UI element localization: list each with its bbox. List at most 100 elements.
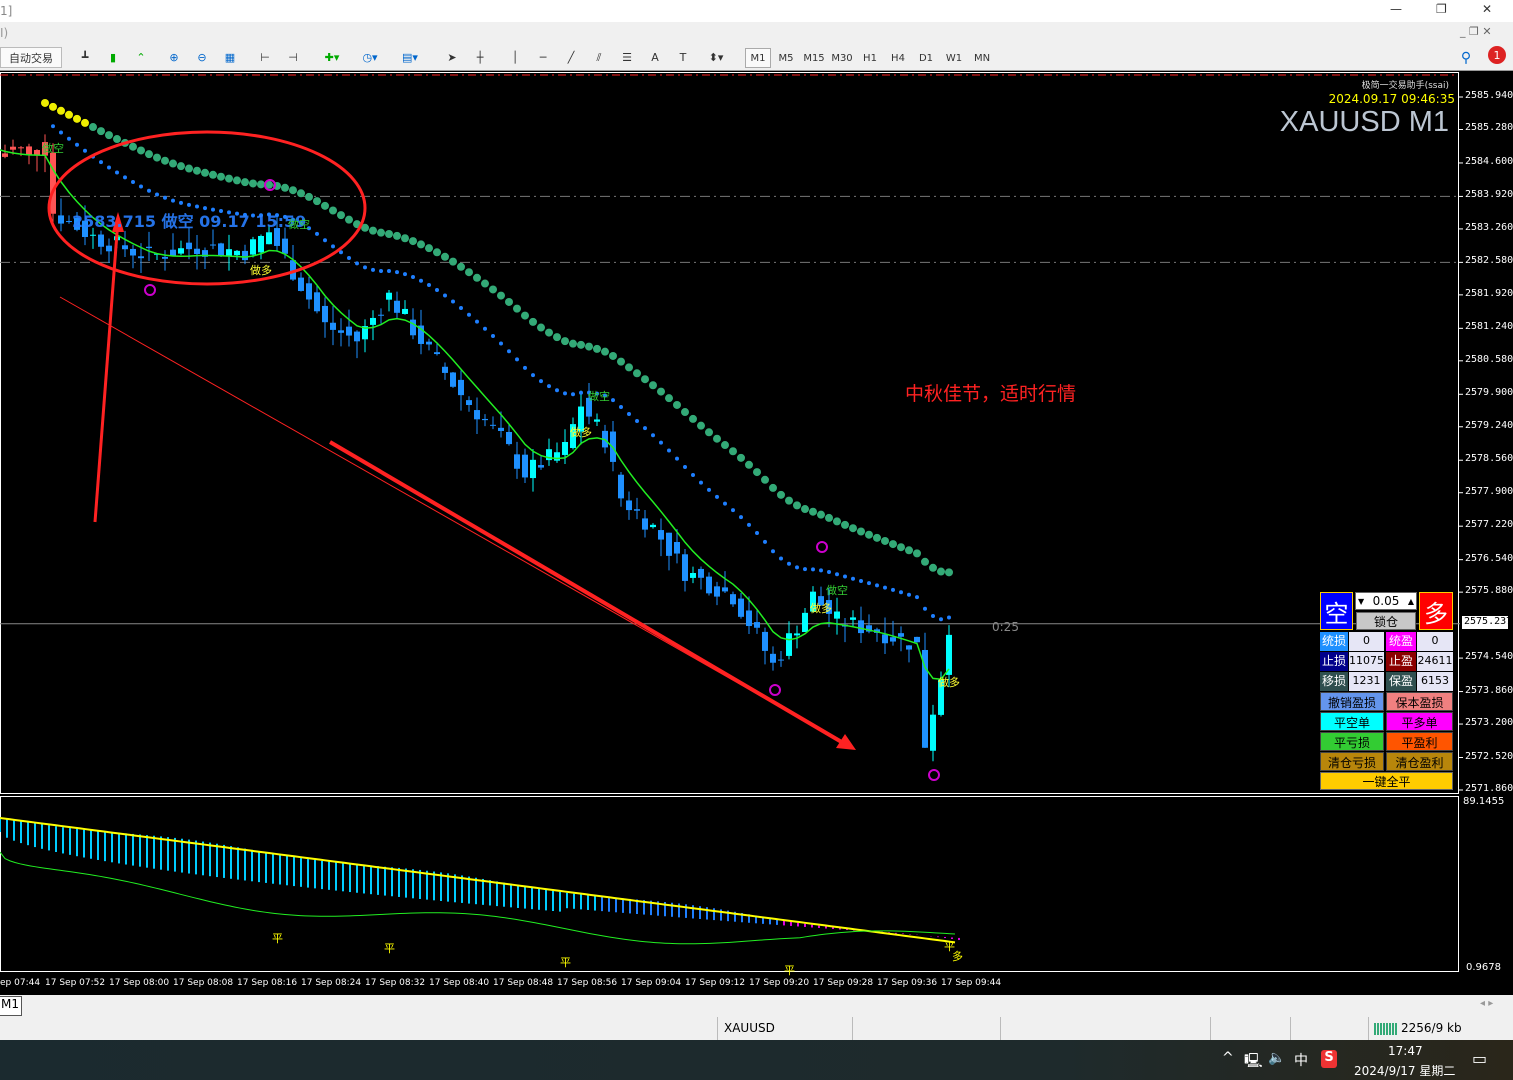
mid-ma-dot xyxy=(571,392,575,397)
lock-button[interactable]: 锁仓 xyxy=(1356,612,1416,630)
slow-ma-dot xyxy=(921,557,929,566)
candle xyxy=(242,250,248,261)
price-chart[interactable]: 2585.940 2585.280 2584.600 2583.920 2583.260… xyxy=(0,72,1513,977)
lot-increase-icon[interactable]: ▲ xyxy=(1408,597,1414,606)
volume-icon[interactable]: 🔈 xyxy=(1268,1050,1285,1066)
timeframe-m1[interactable]: M1 xyxy=(745,48,771,68)
window-title: 1] xyxy=(0,4,13,18)
panel-input[interactable]: 24611 xyxy=(1417,652,1453,671)
timeframe-m5[interactable]: M5 xyxy=(773,48,799,68)
candle xyxy=(802,612,808,633)
ime-indicator[interactable]: 中 xyxy=(1294,1050,1308,1070)
candle xyxy=(522,454,528,478)
buy-button[interactable]: 多 xyxy=(1419,592,1453,630)
mid-ma-dot xyxy=(723,501,727,506)
tray-chevron-icon[interactable]: ^ xyxy=(1222,1050,1234,1066)
breakeven-button[interactable]: 保本盈损 xyxy=(1386,692,1453,711)
restore-button[interactable]: ❐ xyxy=(1436,2,1447,16)
indicators-icon[interactable]: ✚▾ xyxy=(318,47,346,68)
candle xyxy=(306,283,312,300)
autoscroll-icon[interactable]: ⊣ xyxy=(283,47,303,68)
panel-input[interactable]: 6153 xyxy=(1417,672,1453,691)
close-profit-button[interactable]: 平盈利 xyxy=(1386,732,1453,751)
crosshair-icon[interactable]: ┼ xyxy=(470,47,490,68)
timeframe-w1[interactable]: W1 xyxy=(941,48,967,68)
candle xyxy=(594,419,600,422)
periods-clock-icon[interactable]: ◷▾ xyxy=(356,47,384,68)
slow-ma-dot xyxy=(73,114,81,123)
tab-m1[interactable]: M1 xyxy=(0,996,22,1016)
annotation-text: 中秋佳节，适时行情 xyxy=(905,383,1077,405)
slow-ma-dot xyxy=(657,387,665,396)
slow-ma-dot xyxy=(577,340,585,349)
panel-input[interactable]: 1231 xyxy=(1349,672,1384,691)
close-all-button[interactable]: 一键全平 xyxy=(1320,772,1453,790)
notification-badge[interactable]: 1 xyxy=(1488,46,1506,64)
zoom-in-icon[interactable]: ⊕ xyxy=(164,47,184,68)
candle xyxy=(386,292,392,300)
close-buy-button[interactable]: 平多单 xyxy=(1386,712,1453,731)
close-losing-button[interactable]: 平亏损 xyxy=(1320,732,1384,751)
arrows-icon[interactable]: ⬍▾ xyxy=(701,47,731,68)
panel-input[interactable]: 0 xyxy=(1417,632,1453,651)
slow-ma-dot xyxy=(425,244,433,253)
mid-ma-dot xyxy=(179,200,183,205)
tile-windows-icon[interactable]: ▦ xyxy=(220,47,240,68)
slow-ma-dot xyxy=(305,192,313,201)
chart-shift-icon[interactable]: ⊢ xyxy=(255,47,275,68)
mid-ma-dot xyxy=(787,561,791,566)
slow-ma-dot xyxy=(793,501,801,510)
network-icon[interactable]: 🖳 xyxy=(1244,1050,1263,1074)
auto-trading-button[interactable]: 自动交易 xyxy=(0,47,62,68)
lot-value: 0.05 xyxy=(1372,594,1400,608)
fibonacci-icon[interactable]: ☰ xyxy=(617,47,637,68)
bar-chart-icon[interactable]: ┻ xyxy=(75,47,95,68)
symbol-title: XAUUSD M1 xyxy=(1279,106,1449,138)
lot-stepper[interactable]: ▼ 0.05 ▲ xyxy=(1355,592,1417,610)
mid-ma-dot xyxy=(755,531,759,536)
timeframe-m15[interactable]: M15 xyxy=(801,48,827,68)
timeframe-h4[interactable]: H4 xyxy=(885,48,911,68)
minimize-button[interactable]: — xyxy=(1390,2,1402,16)
equidistant-channel-icon[interactable]: ⫽ xyxy=(589,47,609,68)
mdi-controls[interactable]: _ ❐ ✕ xyxy=(1460,25,1492,38)
text-icon[interactable]: A xyxy=(645,47,665,68)
close-button[interactable]: ✕ xyxy=(1482,2,1492,16)
time-tick: 17 Sep 08:16 xyxy=(237,978,298,988)
slow-ma-dot xyxy=(409,237,417,246)
panel-label: 统盈 xyxy=(1386,632,1416,651)
lot-decrease-icon[interactable]: ▼ xyxy=(1358,597,1364,606)
horizontal-line-icon[interactable]: ─ xyxy=(533,47,553,68)
slow-ma-dot xyxy=(177,162,185,171)
candlestick-icon[interactable]: ▮ xyxy=(103,47,123,68)
cancel-sl-tp-button[interactable]: 撤销盈损 xyxy=(1320,692,1384,711)
panel-input[interactable]: 11075 xyxy=(1349,652,1384,671)
tab-scroll-arrows[interactable]: ◂ ▸ xyxy=(1480,998,1493,1009)
templates-icon[interactable]: ▤▾ xyxy=(395,47,425,68)
mid-ma-dot xyxy=(851,576,855,581)
timeframe-m30[interactable]: M30 xyxy=(829,48,855,68)
sell-button[interactable]: 空 xyxy=(1320,592,1353,630)
timeframe-h1[interactable]: H1 xyxy=(857,48,883,68)
timeframe-d1[interactable]: D1 xyxy=(913,48,939,68)
flush-profit-button[interactable]: 清仓盈利 xyxy=(1386,752,1453,771)
text-label-icon[interactable]: T xyxy=(673,47,693,68)
timeframe-mn[interactable]: MN xyxy=(969,48,995,68)
cursor-icon[interactable]: ➤ xyxy=(442,47,462,68)
server-time: 2024.09.17 09:46:35 xyxy=(1328,92,1455,106)
candle xyxy=(378,314,384,316)
trendline-icon[interactable]: ╱ xyxy=(561,47,581,68)
sogou-ime-icon[interactable]: S xyxy=(1321,1050,1337,1068)
mid-ma-dot xyxy=(563,391,567,396)
sub-min-label: 0.9678 xyxy=(1466,962,1501,973)
zoom-out-icon[interactable]: ⊖ xyxy=(192,47,212,68)
vertical-line-icon[interactable]: │ xyxy=(505,47,525,68)
toolbar: 自动交易 ┻ ▮ ⌃ ⊕ ⊖ ▦ ⊢ ⊣ ✚▾ ◷▾ ▤▾ ➤ ┼ │ ─ ╱ … xyxy=(0,44,1513,71)
slow-ma-dot xyxy=(137,146,145,155)
notifications-icon[interactable]: ▭ xyxy=(1472,1049,1487,1068)
search-icon[interactable]: ⚲ xyxy=(1456,47,1476,68)
flush-loss-button[interactable]: 清仓亏损 xyxy=(1320,752,1384,771)
close-sell-button[interactable]: 平空单 xyxy=(1320,712,1384,731)
line-chart-icon[interactable]: ⌃ xyxy=(131,47,151,68)
panel-input[interactable]: 0 xyxy=(1349,632,1384,651)
